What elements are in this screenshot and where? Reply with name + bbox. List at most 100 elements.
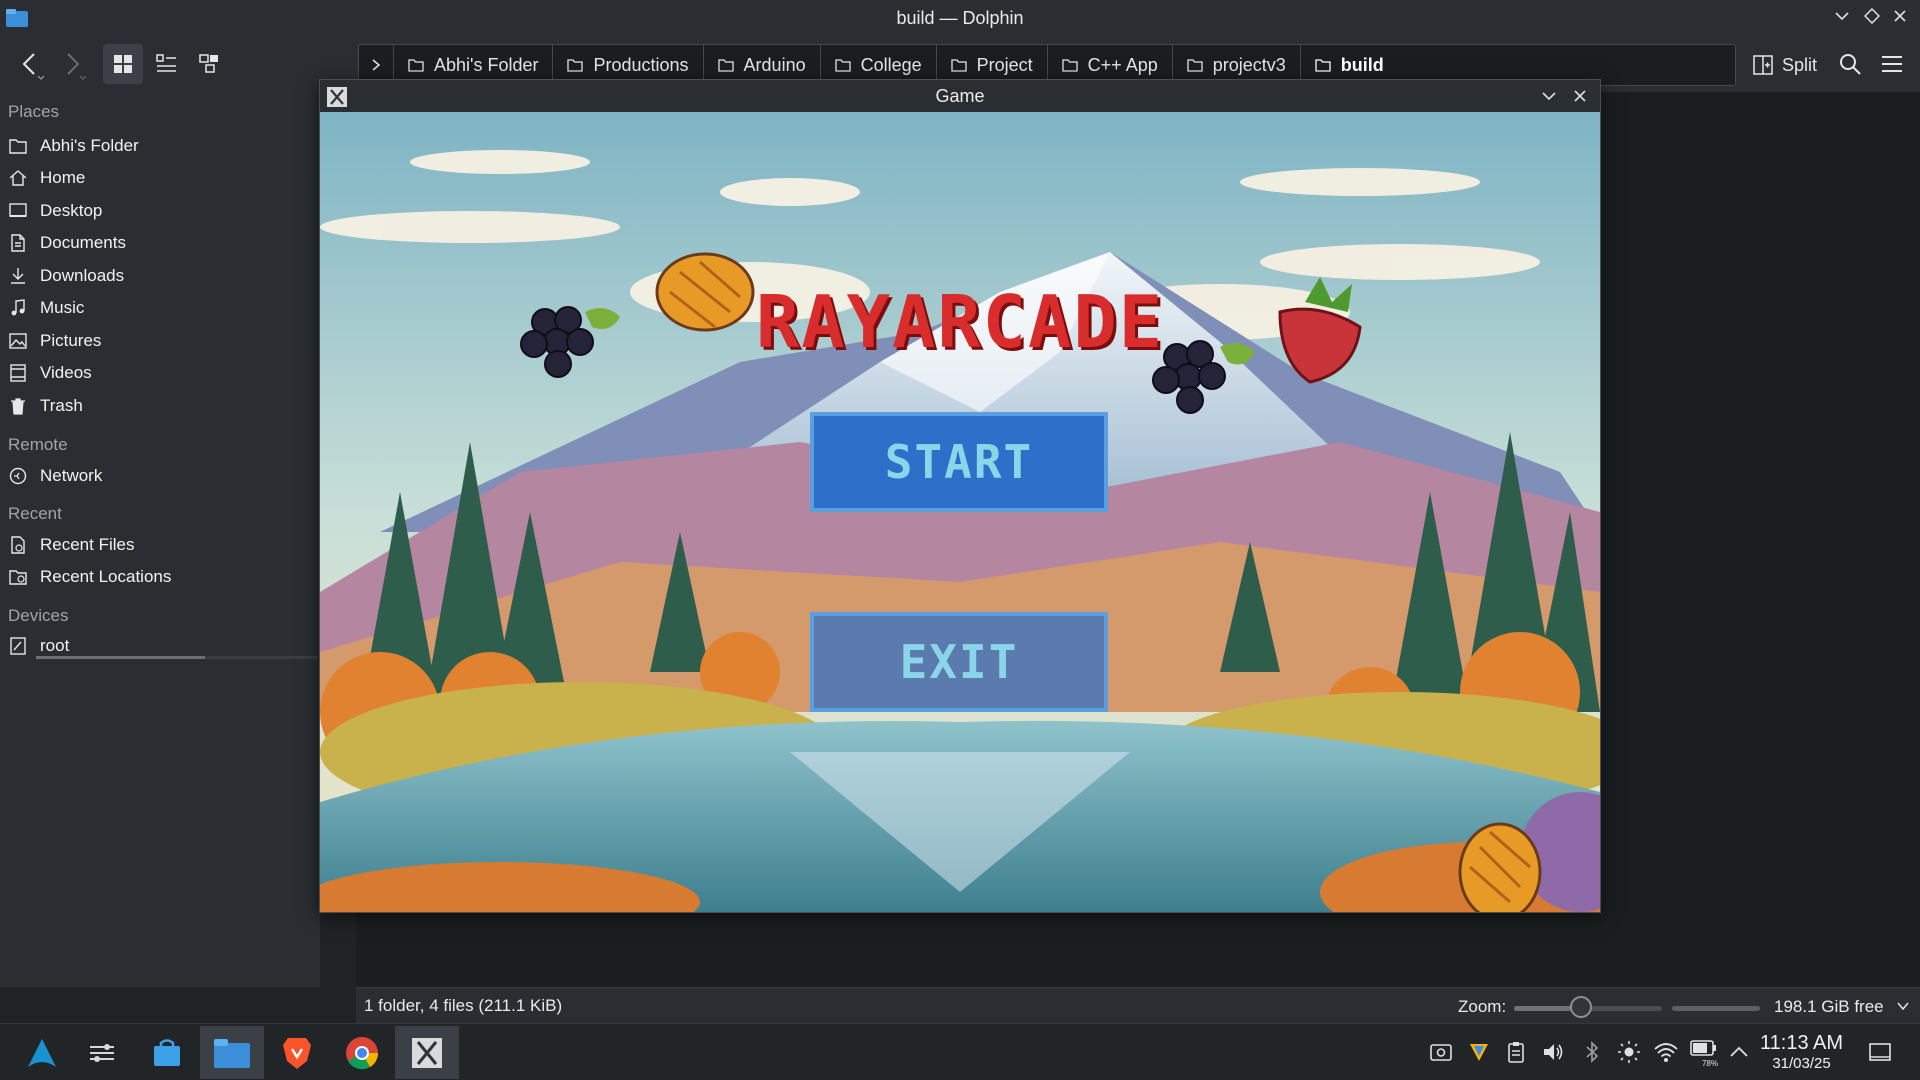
folder-icon [1187,59,1203,72]
breadcrumb-label: projectv3 [1212,54,1286,75]
sidebar-item-pictures[interactable]: Pictures [8,327,101,355]
sidebar-item-label: root [40,636,70,655]
sidebar-item-home[interactable]: Home [8,164,85,192]
arch-launcher-icon [28,1038,56,1067]
zoom-slider-handle[interactable] [1569,996,1592,1018]
search-icon [1840,54,1861,75]
game-window-titlebar: Game [320,80,1600,112]
volume-icon[interactable] [1541,1040,1565,1064]
breadcrumb-label: build [1340,54,1384,75]
clock-date: 31/03/25 [1772,1055,1831,1072]
breadcrumb-label: Arduino [743,54,806,75]
screenshot-tray-icon[interactable] [1429,1040,1453,1064]
download-icon [11,268,25,284]
back-arrow-icon [22,53,45,80]
folder-icon [408,59,424,72]
free-space-label[interactable]: 198.1 GiB free [1774,997,1884,1017]
close-icon[interactable] [1572,88,1588,104]
x-app-icon [412,1037,442,1068]
sidebar-item-label: Videos [40,363,92,382]
forward-arrow-icon [67,53,87,80]
back-button[interactable] [10,44,50,84]
clock[interactable]: 11:13 AM 31/03/25 [1760,1032,1843,1072]
split-button[interactable]: Split [1752,48,1817,82]
sidebar-item-recent-locations[interactable]: Recent Locations [8,563,171,591]
sidebar-item-recent-files[interactable]: Recent Files [8,531,134,559]
sidebar-item-label: Downloads [40,266,125,285]
devices-heading: Devices [8,606,69,625]
tree-view-button[interactable] [189,44,229,84]
sidebar-item-documents[interactable]: Documents [8,229,126,257]
details-view-button[interactable] [146,44,186,84]
videos-icon [10,364,26,382]
sidebar-item-trash[interactable]: Trash [8,392,83,420]
application-launcher[interactable] [10,1026,74,1079]
battery-indicator[interactable]: 78% [1690,1038,1718,1068]
folder-icon [567,59,584,72]
minimize-button[interactable] [1830,6,1854,30]
trash-icon [11,398,25,415]
chevron-up-icon[interactable] [1727,1040,1751,1064]
icons-view-icon [114,55,132,73]
start-button[interactable]: START [810,412,1108,512]
search-button[interactable] [1836,50,1864,78]
sidebar-item-label: Trash [40,396,83,415]
sidebar-item-label: Abhi's Folder [40,136,139,155]
details-view-icon [156,54,176,72]
show-desktop-icon[interactable] [1868,1040,1892,1064]
root-usage-fill [36,656,206,659]
mountain-lake-background [320,112,1600,912]
dolphin-taskbar-app[interactable] [200,1026,264,1079]
brave-browser-app[interactable] [265,1026,329,1079]
forward-button[interactable] [52,44,92,84]
folder-icon [1062,59,1078,72]
remote-heading: Remote [8,435,68,454]
folder-icon [717,59,734,72]
close-button[interactable] [1888,6,1912,30]
chevron-down-icon[interactable] [1896,999,1910,1013]
game-taskbar-app[interactable] [395,1026,459,1079]
bluetooth-icon[interactable] [1580,1040,1604,1064]
maximize-button[interactable] [1860,6,1884,30]
sidebar-item-label: Documents [40,233,126,252]
battery-icon [1690,1040,1716,1056]
sidebar-item-network[interactable]: Network [8,462,102,490]
game-canvas[interactable]: RAYARCADE START EXIT [320,112,1600,912]
icons-view-button[interactable] [103,44,143,84]
exit-button[interactable]: EXIT [810,612,1108,712]
store-bag-icon [154,1038,180,1066]
breadcrumb-label: Project [976,54,1033,75]
wifi-icon[interactable] [1654,1040,1678,1064]
chrome-icon [346,1036,379,1069]
discover-app[interactable] [135,1026,199,1079]
chrome-app[interactable] [330,1026,394,1079]
menu-button[interactable] [1878,50,1906,78]
sidebar-item-label: Network [40,466,103,485]
clipboard-icon[interactable] [1504,1040,1528,1064]
file-manager-icon [214,1038,250,1068]
recent-heading: Recent [8,504,62,523]
sidebar-item-label: Pictures [40,331,102,350]
brightness-icon[interactable] [1617,1040,1641,1064]
split-view-icon [1753,55,1773,75]
game-window-title: Game [935,86,985,106]
sidebar-item-music[interactable]: Music [8,294,84,322]
sidebar-item-downloads[interactable]: Downloads [8,262,124,290]
folder-icon [1315,59,1331,72]
pictures-icon [9,333,27,349]
chevron-down-icon[interactable] [1541,88,1557,104]
zoom-label: Zoom: [1458,997,1507,1016]
game-window: Game RAYARCADE START EXIT [319,79,1601,913]
sidebar-item-label: Recent Files [40,535,135,554]
vpn-shield-icon[interactable] [1467,1040,1491,1064]
window-title: build — Dolphin [896,8,1024,28]
sidebar-item-abhis-folder[interactable]: Abhi's Folder [8,132,139,160]
breadcrumb-label: Abhi's Folder [434,54,539,75]
sidebar-item-desktop[interactable]: Desktop [8,197,102,225]
network-icon [9,467,27,485]
split-label: Split [1782,54,1818,75]
root-usage-bar [36,656,318,659]
sidebar-item-videos[interactable]: Videos [8,359,92,387]
system-settings-app[interactable] [70,1026,134,1079]
desktop-icon [9,203,27,217]
